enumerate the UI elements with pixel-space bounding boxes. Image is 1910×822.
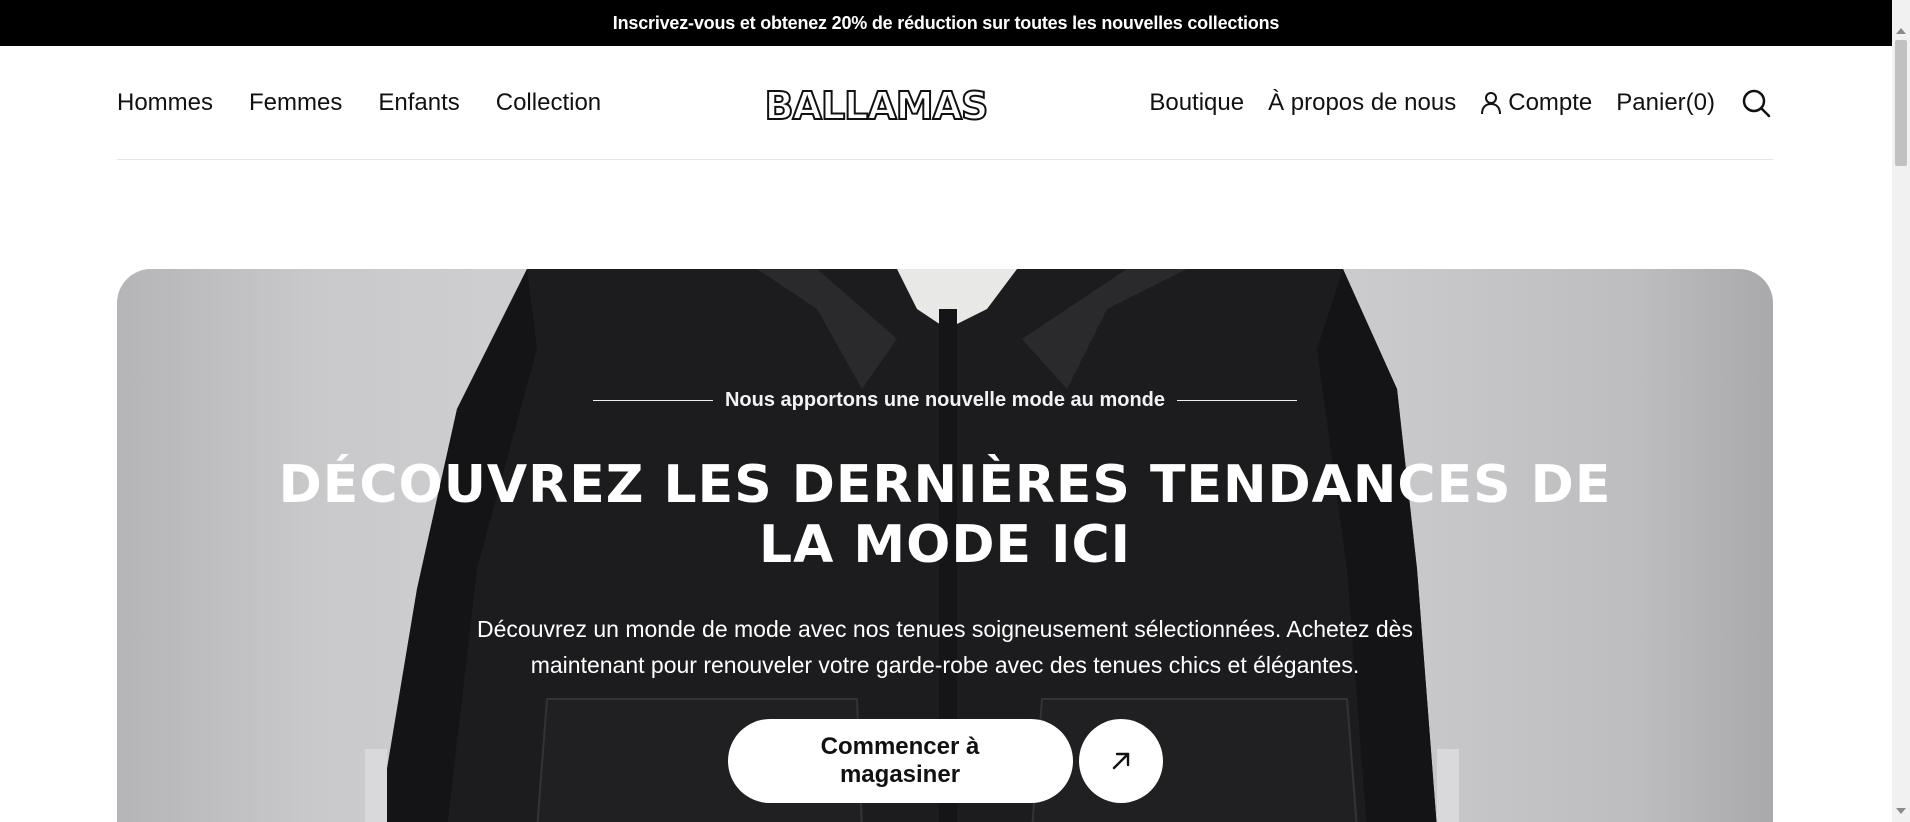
search-icon [1742, 89, 1771, 117]
tagline-divider-left [592, 400, 713, 401]
announcement-text: Inscrivez-vous et obtenez 20% de réducti… [612, 12, 1280, 33]
arrow-up-right-icon [1112, 752, 1129, 770]
nav-item-collection[interactable]: Collection [496, 89, 601, 117]
tagline-text: Nous apportons une nouvelle mode au mond… [724, 389, 1166, 411]
scroll-down-arrow[interactable] [1896, 808, 1906, 814]
brand-logo-text: BALLAMAS [765, 86, 988, 126]
hero-banner: Nous apportons une nouvelle mode au mond… [117, 269, 1773, 822]
tagline-divider-right [1177, 400, 1298, 401]
hero-content: Nous apportons une nouvelle mode au mond… [117, 269, 1773, 822]
cta-arrow-button[interactable] [1078, 719, 1163, 803]
page-scrollbar[interactable] [1892, 0, 1910, 822]
nav-item-femmes[interactable]: Femmes [249, 89, 342, 117]
start-shopping-button[interactable]: Commencer à magasiner [727, 719, 1073, 803]
announcement-bar: Inscrivez-vous et obtenez 20% de réducti… [0, 0, 1892, 46]
site-header: Hommes Femmes Enfants Collection BALLAMA… [117, 46, 1773, 160]
nav-item-boutique[interactable]: Boutique [1149, 89, 1244, 117]
brand-logo[interactable]: BALLAMAS [751, 86, 1001, 126]
nav-item-enfants[interactable]: Enfants [378, 89, 459, 117]
scroll-up-arrow[interactable] [1896, 28, 1906, 34]
hero-cta-group: Commencer à magasiner [117, 719, 1773, 803]
nav-item-hommes[interactable]: Hommes [117, 89, 213, 117]
account-label: Compte [1508, 88, 1593, 116]
hero-tagline: Nous apportons une nouvelle mode au mond… [117, 389, 1773, 412]
hero-title: DÉCOUVREZ LES DERNIÈRES TENDANCES DE LA … [278, 455, 1612, 575]
nav-item-about[interactable]: À propos de nous [1268, 89, 1456, 117]
hero-description: Découvrez un monde de mode avec nos tenu… [477, 616, 1413, 678]
user-icon [1481, 91, 1502, 114]
search-button[interactable] [1739, 86, 1773, 120]
account-link[interactable]: Compte [1480, 89, 1592, 117]
cart-link[interactable]: Panier(0) [1616, 89, 1715, 117]
primary-nav: Hommes Femmes Enfants Collection [117, 89, 601, 117]
secondary-nav: Boutique À propos de nous Compte Panier(… [1149, 86, 1773, 120]
scroll-thumb[interactable] [1895, 40, 1907, 166]
